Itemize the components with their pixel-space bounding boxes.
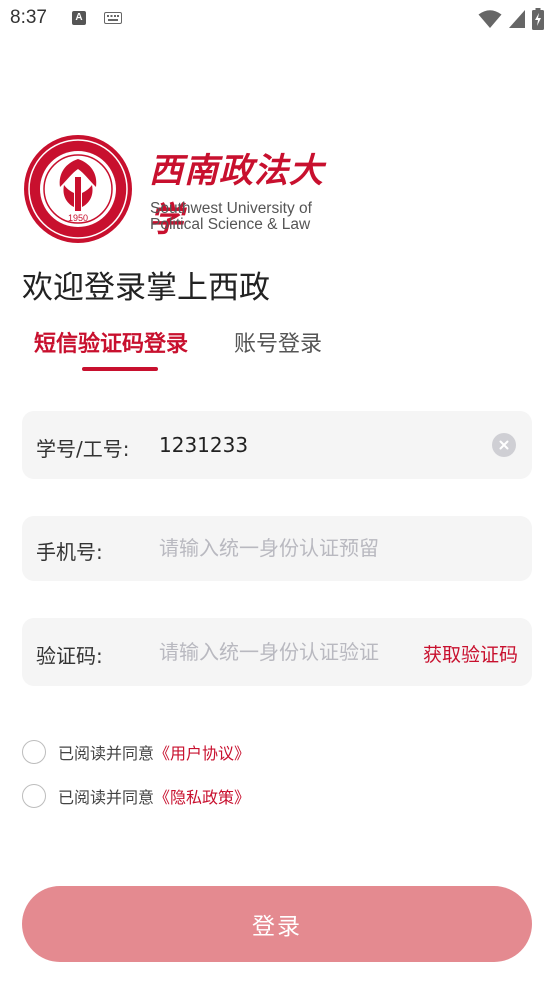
agreement-text: 已阅读并同意	[58, 788, 155, 807]
tab-account-login[interactable]: 账号登录	[234, 326, 322, 358]
privacy-policy-row: 已阅读并同意 《隐私政策》	[22, 782, 250, 810]
agreement-text: 已阅读并同意	[58, 744, 155, 763]
keyboard-icon	[104, 12, 122, 24]
university-seal-icon: 1950	[24, 135, 132, 243]
wifi-icon	[478, 10, 502, 28]
verification-code-label: 验证码:	[36, 644, 103, 668]
university-name-en-line2: Political Science & Law	[150, 216, 311, 233]
privacy-policy-link[interactable]: 《隐私政策》	[154, 784, 250, 808]
status-time: 8:37	[10, 7, 47, 28]
cellular-icon	[509, 10, 525, 28]
user-agreement-checkbox[interactable]	[22, 740, 46, 764]
battery-charging-icon	[532, 8, 544, 30]
user-agreement-link[interactable]: 《用户协议》	[154, 740, 250, 764]
tab-sms-login[interactable]: 短信验证码登录	[34, 326, 188, 358]
active-tab-indicator	[82, 367, 158, 371]
status-bar: 8:37 A	[0, 0, 554, 40]
university-logo: 1950 西南政法大学 Southwest University of Poli…	[22, 133, 342, 245]
verification-code-field: 验证码: 获取验证码	[22, 618, 532, 686]
page-title: 欢迎登录掌上西政	[22, 270, 270, 306]
login-button[interactable]: 登录	[22, 886, 532, 962]
student-id-label: 学号/工号:	[36, 437, 130, 461]
phone-field: 手机号:	[22, 516, 532, 581]
student-id-field: 学号/工号:	[22, 411, 532, 479]
phone-input[interactable]	[159, 533, 499, 563]
close-icon	[499, 440, 509, 450]
verification-code-input[interactable]	[159, 637, 411, 667]
status-right-icons	[478, 8, 544, 30]
get-code-button[interactable]: 获取验证码	[423, 640, 518, 667]
user-agreement-row: 已阅读并同意 《用户协议》	[22, 738, 250, 766]
student-id-input[interactable]	[159, 430, 479, 460]
clear-input-button[interactable]	[492, 433, 516, 457]
phone-label: 手机号:	[36, 540, 103, 564]
seal-year: 1950	[68, 213, 88, 223]
privacy-policy-checkbox[interactable]	[22, 784, 46, 808]
notification-a-icon: A	[72, 11, 86, 25]
